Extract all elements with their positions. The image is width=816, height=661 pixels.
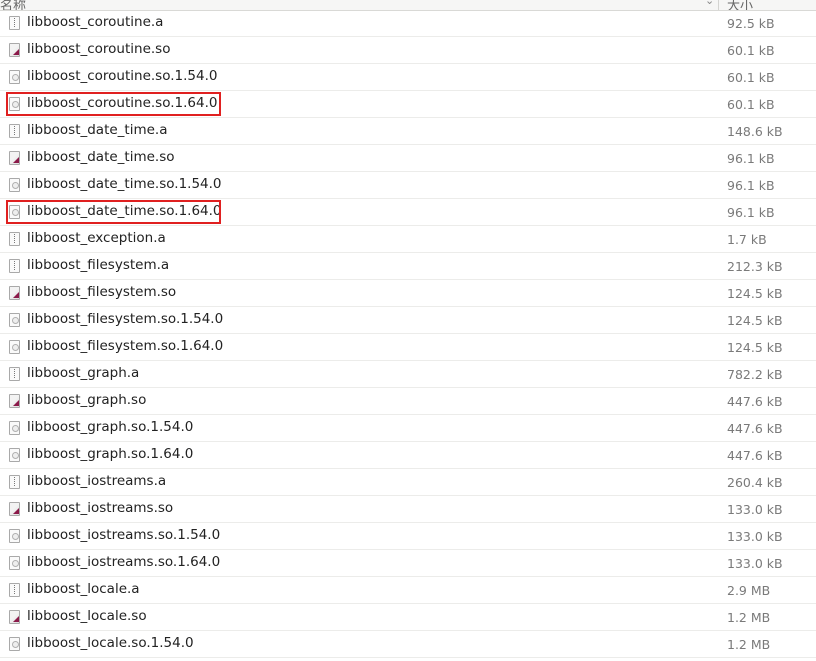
file-name: libboost_locale.a (27, 581, 140, 597)
file-name: libboost_date_time.so (27, 149, 175, 165)
archive-file-icon (9, 232, 20, 246)
file-name: libboost_coroutine.so.1.54.0 (27, 68, 218, 84)
file-row[interactable]: libboost_graph.a 782.2 kB (0, 361, 816, 388)
file-row[interactable]: libboost_filesystem.a 212.3 kB (0, 253, 816, 280)
file-name: libboost_graph.so.1.54.0 (27, 419, 194, 435)
file-name: libboost_filesystem.so (27, 284, 177, 300)
file-name: libboost_filesystem.so.1.54.0 (27, 311, 224, 327)
shared-library-icon (9, 205, 20, 219)
shared-library-icon (9, 556, 20, 570)
file-row[interactable]: libboost_graph.so.1.54.0 447.6 kB (0, 415, 816, 442)
file-name: libboost_date_time.a (27, 122, 168, 138)
file-size: 124.5 kB (727, 340, 783, 355)
file-row[interactable]: libboost_graph.so 447.6 kB (0, 388, 816, 415)
file-name: libboost_date_time.so.1.64.0 (27, 203, 222, 219)
file-size: 96.1 kB (727, 151, 775, 166)
file-size: 133.0 kB (727, 556, 783, 571)
shared-library-icon (9, 448, 20, 462)
shared-library-icon (9, 97, 20, 111)
file-name: libboost_locale.so.1.54.0 (27, 635, 194, 651)
file-row[interactable]: libboost_iostreams.so 133.0 kB (0, 496, 816, 523)
symlink-file-icon (9, 502, 20, 516)
shared-library-icon (9, 70, 20, 84)
file-name: libboost_graph.so (27, 392, 147, 408)
shared-library-icon (9, 529, 20, 543)
shared-library-icon (9, 313, 20, 327)
file-size: 212.3 kB (727, 259, 783, 274)
file-name: libboost_coroutine.so.1.64.0 (27, 95, 218, 111)
file-row[interactable]: libboost_coroutine.a 92.5 kB (0, 10, 816, 37)
file-row[interactable]: libboost_graph.so.1.64.0 447.6 kB (0, 442, 816, 469)
file-name: libboost_graph.a (27, 365, 140, 381)
archive-file-icon (9, 475, 20, 489)
file-row[interactable]: libboost_filesystem.so 124.5 kB (0, 280, 816, 307)
file-name: libboost_iostreams.so.1.54.0 (27, 527, 221, 543)
file-name: libboost_date_time.so.1.54.0 (27, 176, 222, 192)
file-name: libboost_graph.so.1.64.0 (27, 446, 194, 462)
file-name: libboost_locale.so (27, 608, 147, 624)
archive-file-icon (9, 259, 20, 273)
file-row[interactable]: libboost_coroutine.so.1.64.0 60.1 kB (0, 91, 816, 118)
archive-file-icon (9, 16, 20, 30)
file-size: 260.4 kB (727, 475, 783, 490)
file-row[interactable]: libboost_iostreams.so.1.54.0 133.0 kB (0, 523, 816, 550)
file-row[interactable]: libboost_iostreams.so.1.64.0 133.0 kB (0, 550, 816, 577)
symlink-file-icon (9, 394, 20, 408)
file-size: 447.6 kB (727, 421, 783, 436)
file-row[interactable]: libboost_coroutine.so.1.54.0 60.1 kB (0, 64, 816, 91)
archive-file-icon (9, 124, 20, 138)
file-size: 96.1 kB (727, 205, 775, 220)
file-row[interactable]: libboost_exception.a 1.7 kB (0, 226, 816, 253)
file-row[interactable]: libboost_date_time.so.1.64.0 96.1 kB (0, 199, 816, 226)
file-size: 124.5 kB (727, 286, 783, 301)
file-size: 447.6 kB (727, 448, 783, 463)
column-divider[interactable] (718, 0, 719, 10)
archive-file-icon (9, 367, 20, 381)
file-size: 2.9 MB (727, 583, 771, 598)
file-size: 133.0 kB (727, 529, 783, 544)
shared-library-icon (9, 637, 20, 651)
file-list: libboost_coroutine.a 92.5 kB libboost_coro… (0, 10, 816, 658)
file-size: 1.2 MB (727, 610, 771, 625)
file-size: 1.2 MB (727, 637, 771, 652)
file-name: libboost_coroutine.a (27, 14, 164, 30)
file-row[interactable]: libboost_locale.a 2.9 MB (0, 577, 816, 604)
file-name: libboost_iostreams.so.1.64.0 (27, 554, 221, 570)
file-row[interactable]: libboost_iostreams.a 260.4 kB (0, 469, 816, 496)
file-row[interactable]: libboost_date_time.so.1.54.0 96.1 kB (0, 172, 816, 199)
file-size: 92.5 kB (727, 16, 775, 31)
file-row[interactable]: libboost_filesystem.so.1.54.0 124.5 kB (0, 307, 816, 334)
symlink-file-icon (9, 151, 20, 165)
symlink-file-icon (9, 286, 20, 300)
file-row[interactable]: libboost_date_time.a 148.6 kB (0, 118, 816, 145)
file-row[interactable]: libboost_filesystem.so.1.64.0 124.5 kB (0, 334, 816, 361)
file-size: 782.2 kB (727, 367, 783, 382)
symlink-file-icon (9, 43, 20, 57)
archive-file-icon (9, 583, 20, 597)
shared-library-icon (9, 421, 20, 435)
file-name: libboost_filesystem.so.1.64.0 (27, 338, 224, 354)
file-size: 60.1 kB (727, 97, 775, 112)
file-size: 1.7 kB (727, 232, 767, 247)
file-size: 447.6 kB (727, 394, 783, 409)
file-row[interactable]: libboost_coroutine.so 60.1 kB (0, 37, 816, 64)
file-row[interactable]: libboost_locale.so 1.2 MB (0, 604, 816, 631)
shared-library-icon (9, 178, 20, 192)
file-name: libboost_filesystem.a (27, 257, 170, 273)
symlink-file-icon (9, 610, 20, 624)
file-size: 133.0 kB (727, 502, 783, 517)
file-row[interactable]: libboost_locale.so.1.54.0 1.2 MB (0, 631, 816, 658)
file-row[interactable]: libboost_date_time.so 96.1 kB (0, 145, 816, 172)
file-size: 124.5 kB (727, 313, 783, 328)
file-name: libboost_iostreams.a (27, 473, 167, 489)
file-size: 96.1 kB (727, 178, 775, 193)
file-name: libboost_coroutine.so (27, 41, 171, 57)
shared-library-icon (9, 340, 20, 354)
file-size: 60.1 kB (727, 70, 775, 85)
file-size: 148.6 kB (727, 124, 783, 139)
file-name: libboost_iostreams.so (27, 500, 174, 516)
chevron-down-icon[interactable]: ⌄ (705, 0, 714, 7)
file-size: 60.1 kB (727, 43, 775, 58)
file-name: libboost_exception.a (27, 230, 166, 246)
